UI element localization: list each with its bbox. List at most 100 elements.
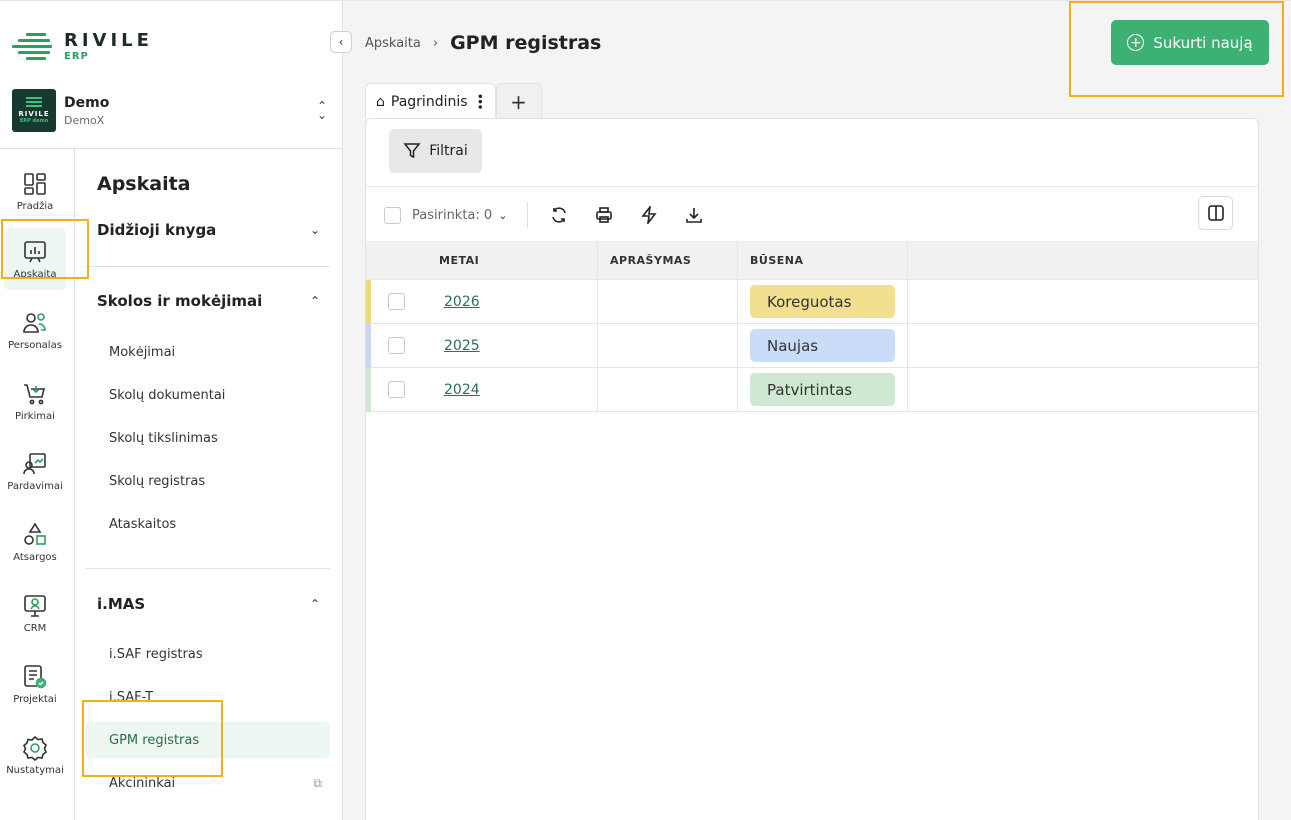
rail-label: Pardavimai <box>7 480 63 492</box>
rail-item-crm[interactable]: CRM <box>4 582 66 644</box>
submenu-item-isaf-t[interactable]: i.SAF-T <box>85 679 330 715</box>
row-checkbox[interactable] <box>387 337 405 354</box>
submenu-item-mokejimai[interactable]: Mokėjimai <box>85 334 330 370</box>
add-tab-button[interactable]: + <box>495 83 542 119</box>
chevron-right-icon: › <box>432 35 439 51</box>
module-rail: Pradžia Apskaita Personalas Pirkimai Par… <box>0 148 75 820</box>
description-cell <box>598 324 738 367</box>
rivile-logo[interactable]: RIVILE ERP <box>12 31 153 63</box>
table-row[interactable]: 2024 Patvirtintas <box>366 368 1258 412</box>
company-switcher[interactable]: RIVILE ERP demo Demo DemoX ⌃ ⌄ <box>12 89 332 132</box>
group-imas[interactable]: i.MAS ⌃ <box>85 595 330 613</box>
submenu-item-skolu-tikslinimas[interactable]: Skolų tikslinimas <box>85 420 330 456</box>
logo-mark-icon <box>12 31 52 63</box>
content-panel: Filtrai Pasirinkta: 0 ⌄ METAI APRAŠYMAS … <box>365 118 1259 820</box>
rail-label: Personalas <box>8 339 62 351</box>
page-title: GPM registras <box>450 32 602 54</box>
rail-item-pardavimai[interactable]: Pardavimai <box>4 440 66 502</box>
submenu-item-akcininkai[interactable]: Akcininkai ⧉ <box>85 765 330 801</box>
submenu-item-ataskaitos[interactable]: Ataskaitos <box>85 506 330 542</box>
print-icon[interactable] <box>591 203 617 227</box>
home-icon: ⌂ <box>376 93 385 110</box>
main-area: Apskaita › GPM registras + Sukurti naują… <box>343 0 1291 820</box>
year-link[interactable]: 2025 <box>444 338 480 354</box>
rail-label: Apskaita <box>13 268 57 280</box>
sales-icon <box>23 452 46 474</box>
rail-item-pirkimai[interactable]: Pirkimai <box>4 370 66 432</box>
dashboard-icon <box>24 172 46 195</box>
project-icon <box>24 664 47 688</box>
chevron-down-icon: ⌄ <box>309 223 320 237</box>
company-subtitle: DemoX <box>64 113 105 127</box>
chevron-down-icon[interactable]: ⌄ <box>498 209 507 222</box>
chevron-left-icon: ‹ <box>338 35 344 49</box>
rail-label: Pirkimai <box>15 410 55 422</box>
table-header: METAI APRAŠYMAS BŪSENA <box>366 241 1258 280</box>
chevron-up-icon: ⌃ <box>309 597 320 611</box>
columns-toggle-button[interactable] <box>1198 196 1233 230</box>
group-label: Skolos ir mokėjimai <box>97 292 263 310</box>
submenu-item-skolu-registras[interactable]: Skolų registras <box>85 463 330 499</box>
external-link-icon: ⧉ <box>313 775 322 790</box>
refresh-icon[interactable] <box>546 203 572 227</box>
chevron-up-icon: ⌃ <box>309 294 320 308</box>
more-vertical-icon[interactable]: ••• <box>474 93 485 109</box>
submenu-item-skolu-dokumentai[interactable]: Skolų dokumentai <box>85 377 330 413</box>
year-link[interactable]: 2024 <box>444 382 480 398</box>
table-toolbar: Pasirinkta: 0 ⌄ <box>384 202 726 228</box>
group-skolos-ir-mokejimai[interactable]: Skolos ir mokėjimai ⌃ <box>85 292 330 310</box>
create-new-button[interactable]: + Sukurti naują <box>1111 20 1269 65</box>
group-label: i.MAS <box>97 595 146 613</box>
status-badge: Koreguotas <box>750 285 895 318</box>
rail-label: Atsargos <box>13 551 57 563</box>
download-icon[interactable] <box>681 203 707 227</box>
column-header-aprasymas[interactable]: APRAŠYMAS <box>598 241 738 279</box>
chevron-updown-icon[interactable]: ⌃ ⌄ <box>312 100 332 121</box>
crm-icon <box>24 594 46 617</box>
rail-item-pradzia[interactable]: Pradžia <box>4 160 66 222</box>
description-cell <box>598 368 738 411</box>
logo-title: RIVILE <box>64 30 153 51</box>
row-checkbox[interactable] <box>387 381 405 398</box>
filter-icon <box>403 143 421 159</box>
people-icon <box>23 312 46 333</box>
year-link[interactable]: 2026 <box>444 294 480 310</box>
column-header-metai[interactable]: METAI <box>421 241 598 279</box>
group-label: Didžioji knyga <box>97 221 217 239</box>
collapse-sidebar-button[interactable]: ‹ <box>330 31 352 53</box>
divider <box>366 186 1258 187</box>
gpm-table: METAI APRAŠYMAS BŪSENA 2026 Koreguotas 2… <box>366 241 1258 412</box>
rail-item-apskaita[interactable]: Apskaita <box>4 228 66 290</box>
selected-count: Pasirinkta: 0 <box>412 207 493 223</box>
description-cell <box>598 280 738 323</box>
select-all-checkbox[interactable] <box>384 206 401 224</box>
divider <box>85 266 330 267</box>
lightning-icon[interactable] <box>636 203 662 227</box>
breadcrumb-apskaita[interactable]: Apskaita <box>365 36 421 51</box>
rail-item-personalas[interactable]: Personalas <box>4 299 66 361</box>
status-badge: Patvirtintas <box>750 373 895 406</box>
company-logo: RIVILE ERP demo <box>12 89 56 132</box>
brand-area: RIVILE ERP RIVILE ERP demo Demo DemoX ⌃ ⌄ <box>0 0 343 148</box>
filters-button[interactable]: Filtrai <box>389 129 482 173</box>
group-didzioji-knyga[interactable]: Didžioji knyga ⌄ <box>85 221 330 239</box>
row-checkbox[interactable] <box>387 293 405 310</box>
rail-label: Projektai <box>13 693 57 705</box>
rail-item-nustatymai[interactable]: Nustatymai <box>4 724 66 786</box>
logo-sub: ERP <box>64 51 89 62</box>
tab-pagrindinis[interactable]: ⌂ Pagrindinis ••• <box>365 83 496 119</box>
status-badge: Naujas <box>750 329 895 362</box>
tab-bar: ⌂ Pagrindinis ••• + <box>365 83 542 119</box>
submenu-item-isaf-registras[interactable]: i.SAF registras <box>85 636 330 672</box>
table-row[interactable]: 2026 Koreguotas <box>366 280 1258 324</box>
rail-label: Nustatymai <box>6 764 64 776</box>
column-header-busena[interactable]: BŪSENA <box>738 241 908 279</box>
rail-item-atsargos[interactable]: Atsargos <box>4 511 66 573</box>
rail-item-projektai[interactable]: Projektai <box>4 653 66 715</box>
chart-board-icon <box>24 240 46 262</box>
company-name: Demo <box>64 94 110 111</box>
divider <box>527 202 529 228</box>
table-row[interactable]: 2025 Naujas <box>366 324 1258 368</box>
divider <box>85 568 330 569</box>
submenu-item-gpm-registras[interactable]: GPM registras <box>85 722 330 758</box>
